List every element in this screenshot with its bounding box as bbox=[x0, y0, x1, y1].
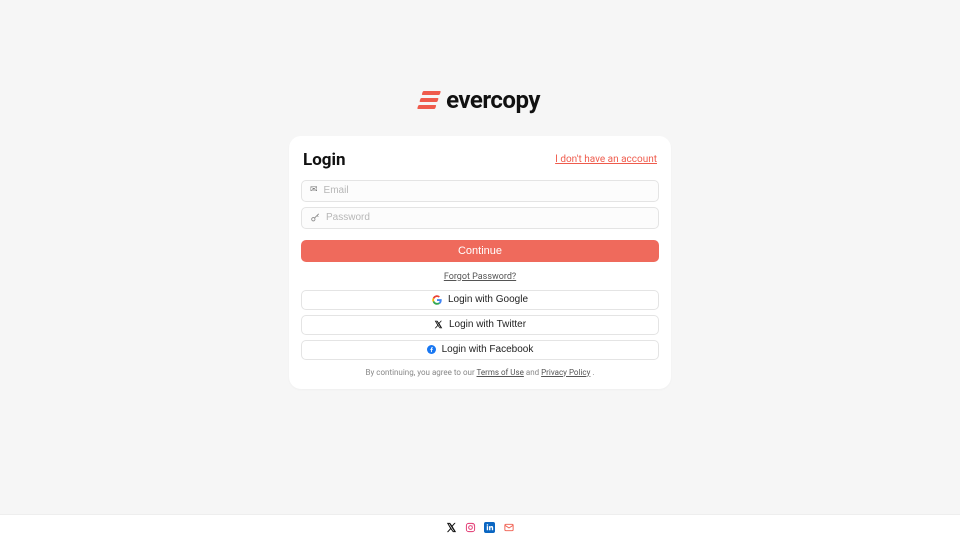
login-twitter-button[interactable]: Login with Twitter bbox=[301, 315, 659, 335]
footer-mail-icon[interactable] bbox=[503, 522, 515, 533]
footer-linkedin-icon[interactable] bbox=[484, 522, 495, 533]
mail-icon: ✉ bbox=[310, 186, 318, 195]
legal-text: By continuing, you agree to our Terms of… bbox=[301, 368, 659, 377]
login-card: Login I don't have an account ✉ Continue… bbox=[289, 136, 671, 389]
legal-suffix: . bbox=[592, 368, 594, 377]
footer-twitter-icon[interactable] bbox=[446, 522, 457, 533]
login-google-button[interactable]: Login with Google bbox=[301, 290, 659, 310]
brand: evercopy bbox=[420, 86, 540, 114]
google-icon bbox=[432, 295, 442, 305]
email-input[interactable] bbox=[324, 185, 650, 196]
login-twitter-label: Login with Twitter bbox=[449, 319, 526, 330]
key-icon bbox=[310, 213, 320, 223]
legal-sep: and bbox=[526, 368, 541, 377]
legal-prefix: By continuing, you agree to our bbox=[366, 368, 477, 377]
no-account-link[interactable]: I don't have an account bbox=[555, 154, 657, 165]
login-facebook-label: Login with Facebook bbox=[442, 344, 534, 355]
page-main: evercopy Login I don't have an account ✉… bbox=[0, 0, 960, 514]
continue-button[interactable]: Continue bbox=[301, 240, 659, 262]
x-twitter-icon bbox=[434, 320, 443, 329]
facebook-icon bbox=[427, 345, 436, 354]
card-header: Login I don't have an account bbox=[301, 150, 659, 170]
password-input[interactable] bbox=[326, 212, 650, 223]
login-google-label: Login with Google bbox=[448, 294, 528, 305]
terms-link[interactable]: Terms of Use bbox=[477, 368, 524, 377]
card-title: Login bbox=[303, 150, 346, 170]
footer bbox=[0, 514, 960, 540]
brand-name: evercopy bbox=[446, 86, 540, 114]
login-facebook-button[interactable]: Login with Facebook bbox=[301, 340, 659, 360]
privacy-link[interactable]: Privacy Policy bbox=[541, 368, 590, 377]
brand-logo-icon bbox=[417, 91, 441, 109]
password-field-wrapper[interactable] bbox=[301, 207, 659, 229]
forgot-password-link[interactable]: Forgot Password? bbox=[301, 272, 659, 282]
footer-instagram-icon[interactable] bbox=[465, 522, 476, 533]
email-field-wrapper[interactable]: ✉ bbox=[301, 180, 659, 202]
